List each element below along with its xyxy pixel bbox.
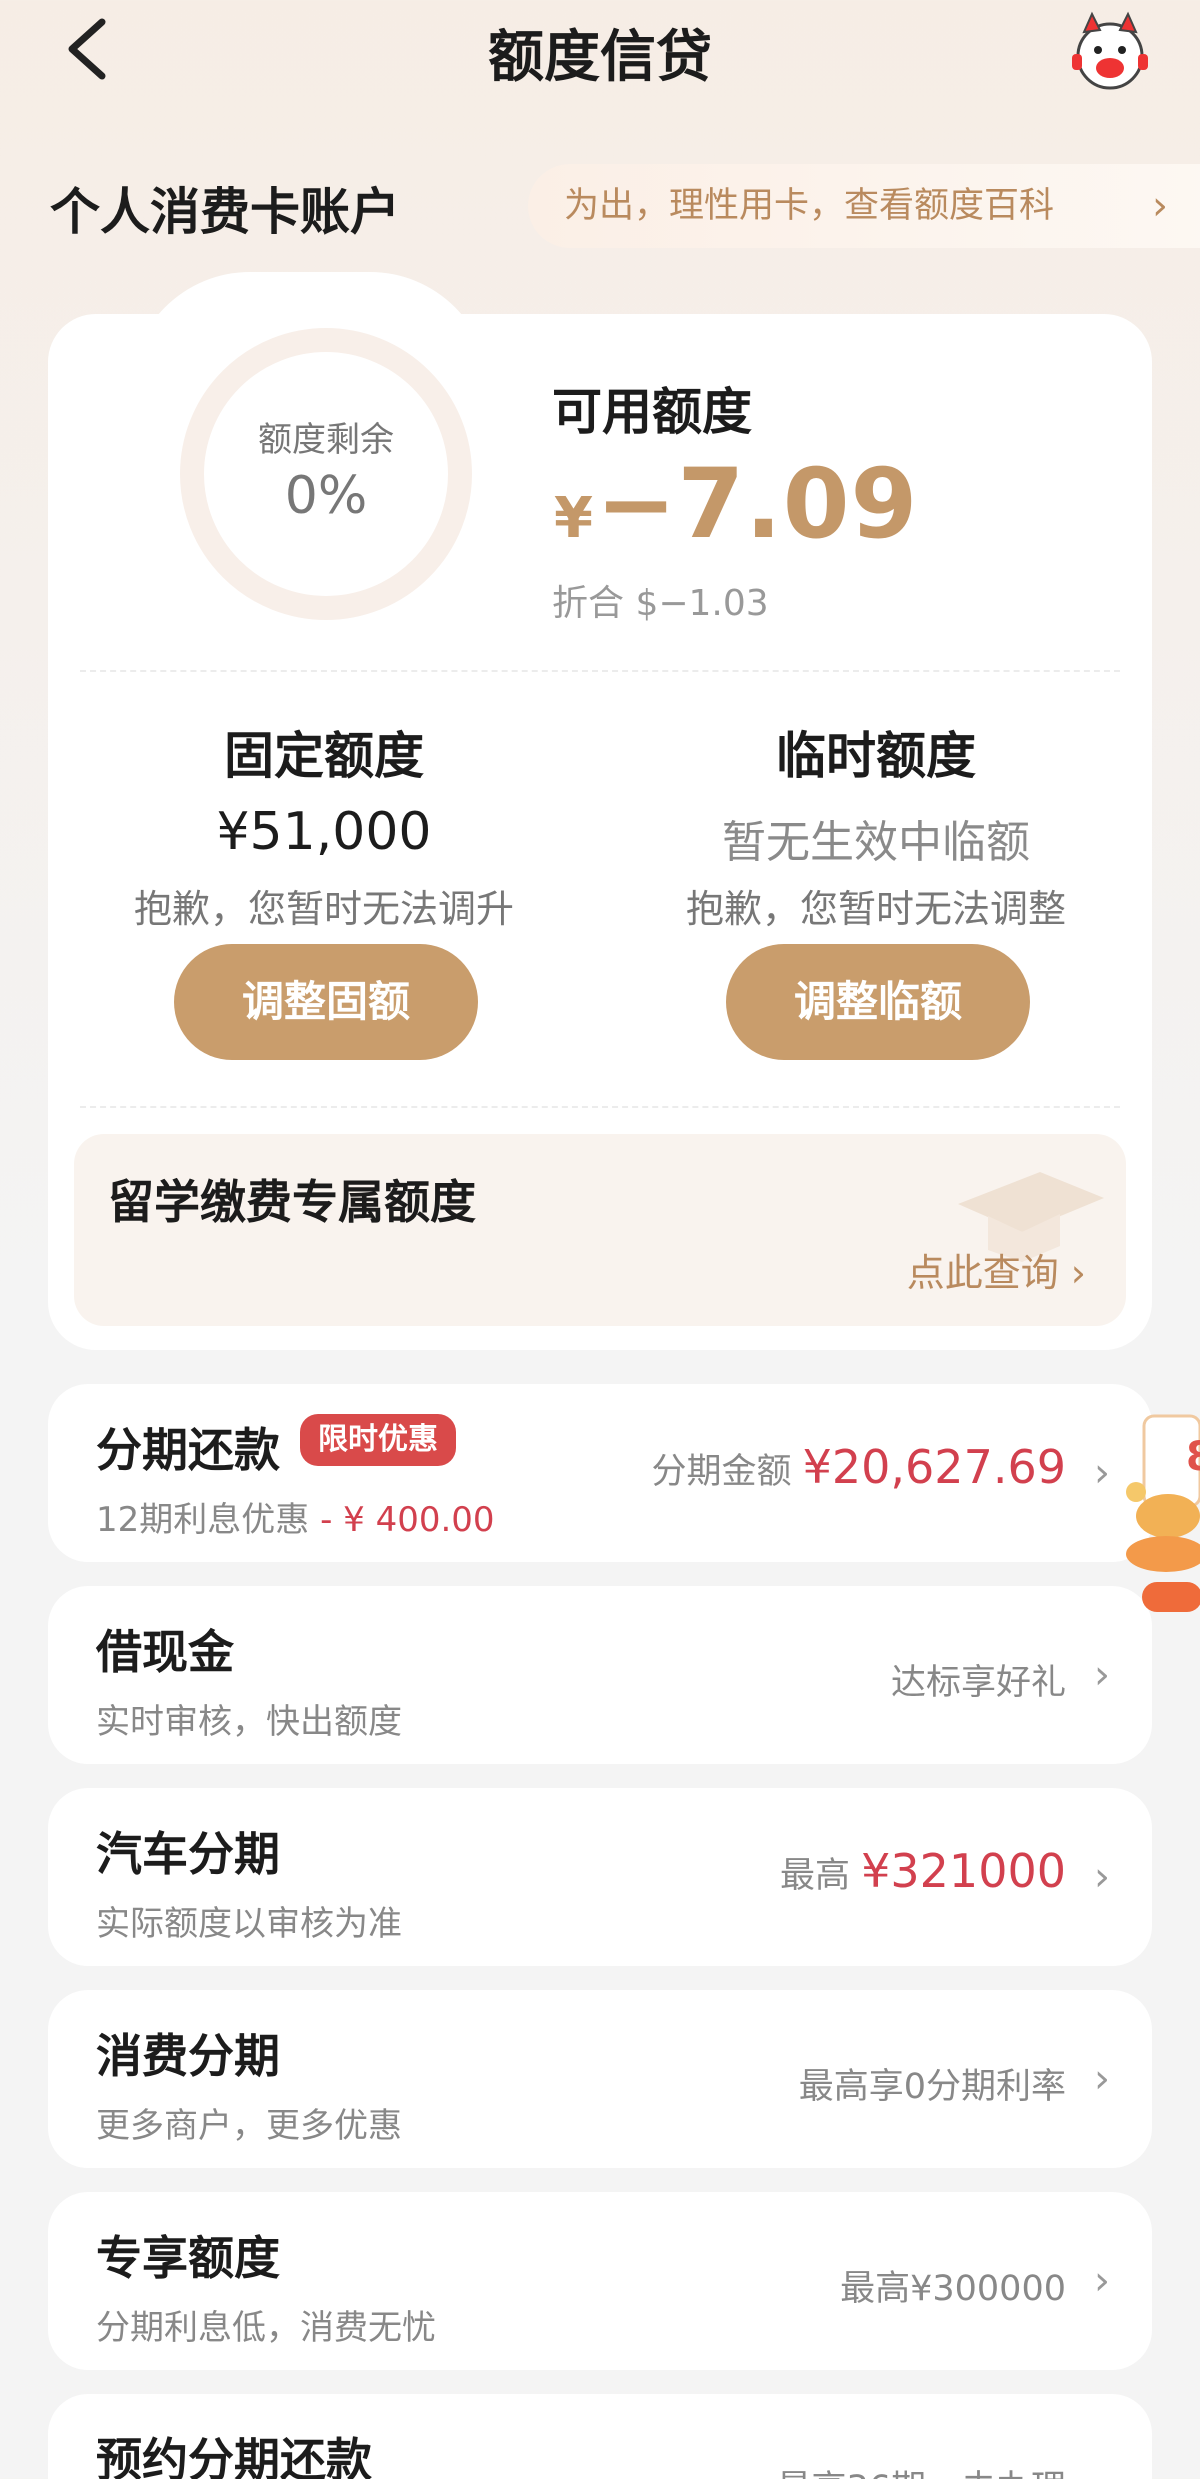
adjust-fixed-quota-button[interactable]: 调整固额	[174, 944, 478, 1060]
installment-amount-value: ¥20,627.69	[802, 1440, 1066, 1494]
auto-installment-subtitle: 实际额度以审核为准	[96, 1904, 402, 1944]
available-quota-label: 可用额度	[552, 383, 752, 441]
divider	[80, 670, 1120, 672]
installment-repayment-subtitle: 12期利息优惠 - ¥ 400.00	[96, 1492, 495, 1541]
chevron-right-icon: ›	[1094, 1652, 1110, 1698]
chevron-right-icon: ›	[1152, 183, 1168, 229]
reserve-installment-promo: 最高36期，去办理	[776, 2460, 1066, 2479]
exclusive-quota-subtitle: 分期利息低，消费无忧	[96, 2308, 436, 2348]
chevron-right-icon: ›	[1094, 2056, 1110, 2102]
tip-banner-text: 为出，理性用卡，查看额度百科	[564, 186, 1055, 226]
floating-promo-icon[interactable]: 8	[1106, 1396, 1200, 1620]
installment-repayment-title: 分期还款	[96, 1423, 280, 1477]
available-quota-usd: 折合 $−1.03	[552, 583, 769, 624]
remaining-quota-label: 额度剩余	[258, 420, 394, 460]
borrow-cash-title: 借现金	[96, 1625, 234, 1679]
chevron-right-icon: ›	[1094, 2258, 1110, 2304]
study-abroad-query-link[interactable]: 点此查询 ›	[907, 1242, 1086, 1297]
installment-amount: 分期金额 ¥20,627.69	[651, 1440, 1066, 1494]
installment-interest-note: 12期利息优惠	[96, 1500, 310, 1540]
exclusive-quota-card[interactable]: 专享额度 分期利息低，消费无忧 最高¥300000 ›	[48, 2192, 1152, 2370]
consumer-installment-card[interactable]: 消费分期 更多商户，更多优惠 最高享0分期利率 ›	[48, 1990, 1152, 2168]
temporary-quota-title: 临时额度	[776, 727, 976, 785]
auto-installment-card[interactable]: 汽车分期 实际额度以审核为准 最高 ¥321000 ›	[48, 1788, 1152, 1966]
quota-tip-banner[interactable]: 为出，理性用卡，查看额度百科 ›	[528, 164, 1200, 248]
chevron-right-icon: ›	[1094, 1854, 1110, 1900]
chevron-right-icon: ›	[1070, 1251, 1086, 1295]
reserve-installment-title: 预约分期还款	[96, 2433, 372, 2479]
temporary-quota-section: 临时额度 暂无生效中临额 抱歉，您暂时无法调整 调整临额	[626, 716, 1126, 1060]
fixed-quota-note: 抱歉，您暂时无法调升	[133, 887, 514, 931]
fixed-quota-amount: ¥51,000	[216, 802, 432, 862]
fixed-quota-section: 固定额度 ¥51,000 抱歉，您暂时无法调升 调整固额	[74, 716, 574, 1060]
study-abroad-quota-box[interactable]: 留学缴费专属额度 点此查询 ›	[74, 1134, 1126, 1326]
auto-installment-max: 最高 ¥321000	[780, 1844, 1066, 1898]
reserve-installment-card[interactable]: 预约分期还款 最高36期，去办理	[48, 2394, 1152, 2479]
consumer-installment-title: 消费分期	[96, 2029, 280, 2083]
auto-installment-title: 汽车分期	[96, 1827, 280, 1881]
adjust-temporary-quota-button[interactable]: 调整临额	[726, 944, 1030, 1060]
borrow-cash-promo: 达标享好礼	[890, 1663, 1066, 1703]
temporary-quota-note: 抱歉，您暂时无法调整	[685, 887, 1066, 931]
available-quota-value: −7.09	[596, 448, 919, 560]
page-title: 额度信贷	[488, 25, 712, 90]
study-abroad-query-label: 点此查询	[906, 1251, 1059, 1295]
account-section-title: 个人消费卡账户	[50, 183, 400, 241]
temporary-quota-status: 暂无生效中临额	[722, 817, 1030, 868]
consumer-installment-promo: 最高享0分期利率	[798, 2067, 1066, 2107]
mascot-icon[interactable]	[1068, 10, 1152, 94]
borrow-cash-card[interactable]: 借现金 实时审核，快出额度 达标享好礼 ›	[48, 1586, 1152, 1764]
limited-offer-badge: 限时优惠	[300, 1414, 456, 1466]
installment-amount-label: 分期金额	[651, 1452, 803, 1492]
auto-installment-max-label: 最高	[779, 1856, 862, 1896]
top-bar: 额度信贷	[0, 0, 1200, 110]
exclusive-quota-title: 专享额度	[96, 2231, 280, 2285]
study-abroad-quota-title: 留学缴费专属额度	[108, 1175, 476, 1229]
svg-text:8: 8	[1186, 1434, 1200, 1480]
auto-installment-max-value: ¥321000	[861, 1844, 1066, 1898]
borrow-cash-subtitle: 实时审核，快出额度	[96, 1702, 402, 1742]
installment-discount: - ¥ 400.00	[320, 1500, 495, 1540]
remaining-quota-percent: 0%	[284, 466, 368, 526]
available-quota-currency: ¥	[554, 486, 593, 551]
exclusive-quota-max: 最高¥300000	[840, 2269, 1066, 2309]
divider	[80, 1106, 1120, 1108]
installment-repayment-card[interactable]: 分期还款 限时优惠 12期利息优惠 - ¥ 400.00 分期金额 ¥20,62…	[48, 1384, 1152, 1562]
fixed-quota-title: 固定额度	[224, 727, 424, 785]
consumer-installment-subtitle: 更多商户，更多优惠	[96, 2106, 402, 2146]
